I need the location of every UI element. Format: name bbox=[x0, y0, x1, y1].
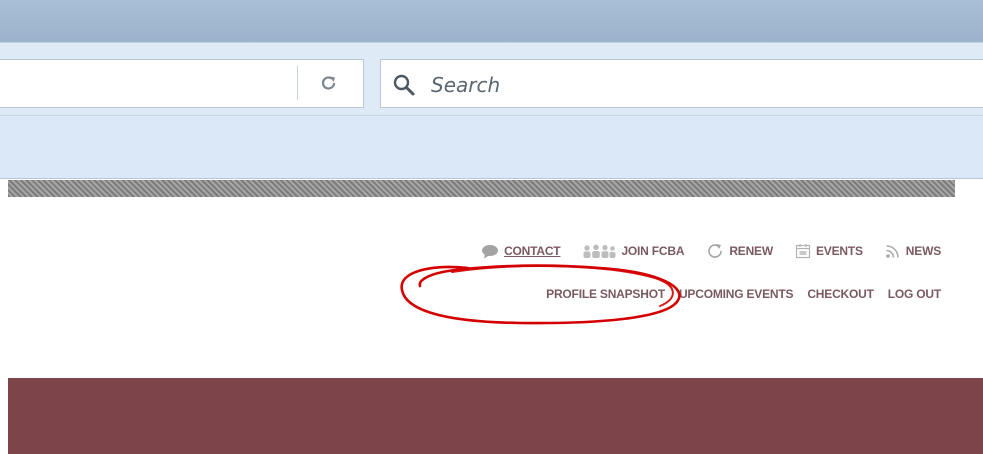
search-placeholder: Search bbox=[431, 73, 501, 97]
search-icon bbox=[393, 74, 415, 96]
people-group-icon bbox=[582, 244, 616, 258]
nav-link-profile-snapshot[interactable]: PROFILE SNAPSHOT bbox=[546, 287, 665, 301]
nav-link-events[interactable]: EVENTS bbox=[795, 243, 863, 259]
nav-link-news-label: NEWS bbox=[905, 244, 941, 258]
reload-icon bbox=[321, 76, 336, 90]
page-banner bbox=[8, 378, 983, 454]
nav-link-events-label: EVENTS bbox=[815, 244, 863, 258]
account-nav: PROFILE SNAPSHOT UPCOMING EVENTS CHECKOU… bbox=[546, 284, 941, 304]
nav-link-log-out[interactable]: LOG OUT bbox=[888, 287, 941, 301]
nav-link-renew-label: RENEW bbox=[729, 244, 773, 258]
nav-link-renew[interactable]: RENEW bbox=[706, 242, 773, 260]
rss-icon bbox=[885, 243, 901, 259]
page-header-strip bbox=[8, 180, 955, 197]
address-bar-divider bbox=[297, 66, 298, 100]
nav-link-contact-label: CONTACT bbox=[504, 244, 561, 258]
nav-link-join-label: JOIN FCBA bbox=[621, 244, 685, 258]
reload-button[interactable] bbox=[306, 66, 352, 100]
speech-bubble-icon bbox=[481, 244, 499, 259]
nav-link-news[interactable]: NEWS bbox=[885, 243, 941, 259]
nav-link-join[interactable]: JOIN FCBA bbox=[582, 244, 685, 258]
nav-link-contact[interactable]: CONTACT bbox=[481, 244, 561, 259]
utility-nav: CONTACT JOIN FCBA RENEW EVENTS NEWS bbox=[481, 240, 941, 262]
browser-title-bar bbox=[0, 0, 983, 42]
refresh-icon bbox=[706, 242, 724, 260]
nav-link-checkout[interactable]: CHECKOUT bbox=[807, 287, 874, 301]
nav-link-upcoming-events[interactable]: UPCOMING EVENTS bbox=[679, 287, 794, 301]
browser-toolbar bbox=[0, 115, 983, 179]
calendar-icon bbox=[795, 243, 811, 259]
